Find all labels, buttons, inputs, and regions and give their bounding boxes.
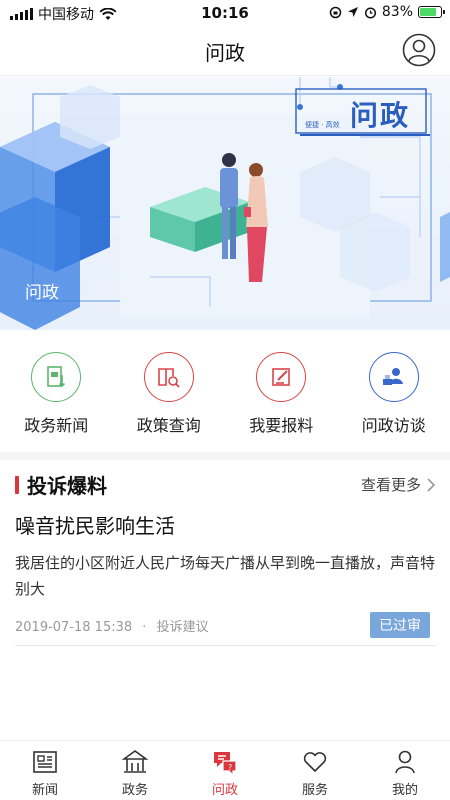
policy-search-icon <box>143 352 194 402</box>
quick-menu-item-news[interactable]: 政务新闻 <box>0 352 113 442</box>
tab-label: 我的 <box>391 783 418 798</box>
complaint-title: 噪音扰民影响生活 <box>15 514 175 538</box>
tab-news[interactable]: 新闻 <box>0 741 90 800</box>
news-document-icon <box>31 352 82 402</box>
question-chat-icon: ? <box>214 752 237 776</box>
battery-percent: 83% <box>381 4 413 20</box>
section-divider <box>0 452 450 460</box>
page-title: 问政 <box>205 41 245 65</box>
status-right: 83% <box>329 4 445 20</box>
tab-service[interactable]: 服务 <box>270 741 360 800</box>
banner-slogan: 便捷 · 高效 <box>305 121 340 129</box>
quick-menu-item-policy[interactable]: 政策查询 <box>113 352 226 442</box>
quick-menu-item-interview[interactable]: 问政访谈 <box>338 352 450 442</box>
interview-person-icon <box>368 352 419 402</box>
user-avatar-icon[interactable] <box>402 33 436 67</box>
complaint-body: 我居住的小区附近人民广场每天广播从早到晚一直播放，声音特别大 <box>15 554 436 598</box>
tab-label: 政务 <box>121 783 148 798</box>
meta-separator: · <box>142 620 147 635</box>
government-building-icon <box>121 750 149 773</box>
complaint-list-item[interactable]: 噪音扰民影响生活 我居住的小区附近人民广场每天广播从早到晚一直播放，声音特别大 … <box>15 506 435 646</box>
heart-icon <box>303 752 327 772</box>
tab-mine[interactable]: 我的 <box>360 741 450 800</box>
rotation-lock-icon <box>329 6 342 18</box>
quick-menu-item-report[interactable]: 我要报料 <box>225 352 338 442</box>
banner-carousel[interactable]: 问政 便捷 · 高效 问政 <box>0 77 450 330</box>
quick-menu-label: 我要报料 <box>249 416 314 435</box>
battery-icon <box>418 6 445 18</box>
view-more-link[interactable]: 查看更多 <box>361 474 435 495</box>
alarm-icon <box>364 6 376 19</box>
complaint-category: 投诉建议 <box>156 620 209 635</box>
section-title: 投诉爆料 <box>27 474 107 498</box>
tab-label: 新闻 <box>31 783 58 798</box>
svg-text:?: ? <box>228 763 232 772</box>
section-header: 投诉爆料 查看更多 <box>15 470 435 500</box>
section-accent-bar <box>15 476 19 494</box>
tab-government[interactable]: 政务 <box>90 741 180 800</box>
banner-caption: 问政 <box>25 283 59 303</box>
quick-menu-label: 问政访谈 <box>361 416 426 435</box>
status-bar: 中国移动 10:16 83% <box>0 0 450 26</box>
location-icon <box>347 7 358 17</box>
newspaper-icon <box>33 751 57 773</box>
tab-label: 问政 <box>211 783 238 798</box>
view-more-label: 查看更多 <box>360 476 421 494</box>
person-icon <box>395 750 415 774</box>
battery-fill <box>420 8 436 16</box>
app-header: 问政 <box>0 26 450 76</box>
tab-wenzheng[interactable]: ? 问政 <box>180 741 270 800</box>
chevron-right-icon <box>427 477 435 492</box>
complaint-date: 2019-07-18 15:38 <box>15 620 133 635</box>
quick-menu-label: 政策查询 <box>136 416 201 435</box>
report-edit-icon <box>256 352 307 402</box>
banner-brand-text: 问政 <box>350 99 411 132</box>
status-badge: 已过审 <box>370 612 430 638</box>
complaint-meta: 2019-07-18 15:38 · 投诉建议 <box>15 616 209 635</box>
bottom-tab-bar: 新闻 政务 ? 问政 服务 我的 <box>0 740 450 800</box>
quick-menu: 政务新闻 政策查询 我要报料 问政访谈 <box>0 352 450 442</box>
tab-label: 服务 <box>301 783 328 798</box>
quick-menu-label: 政务新闻 <box>24 416 89 435</box>
